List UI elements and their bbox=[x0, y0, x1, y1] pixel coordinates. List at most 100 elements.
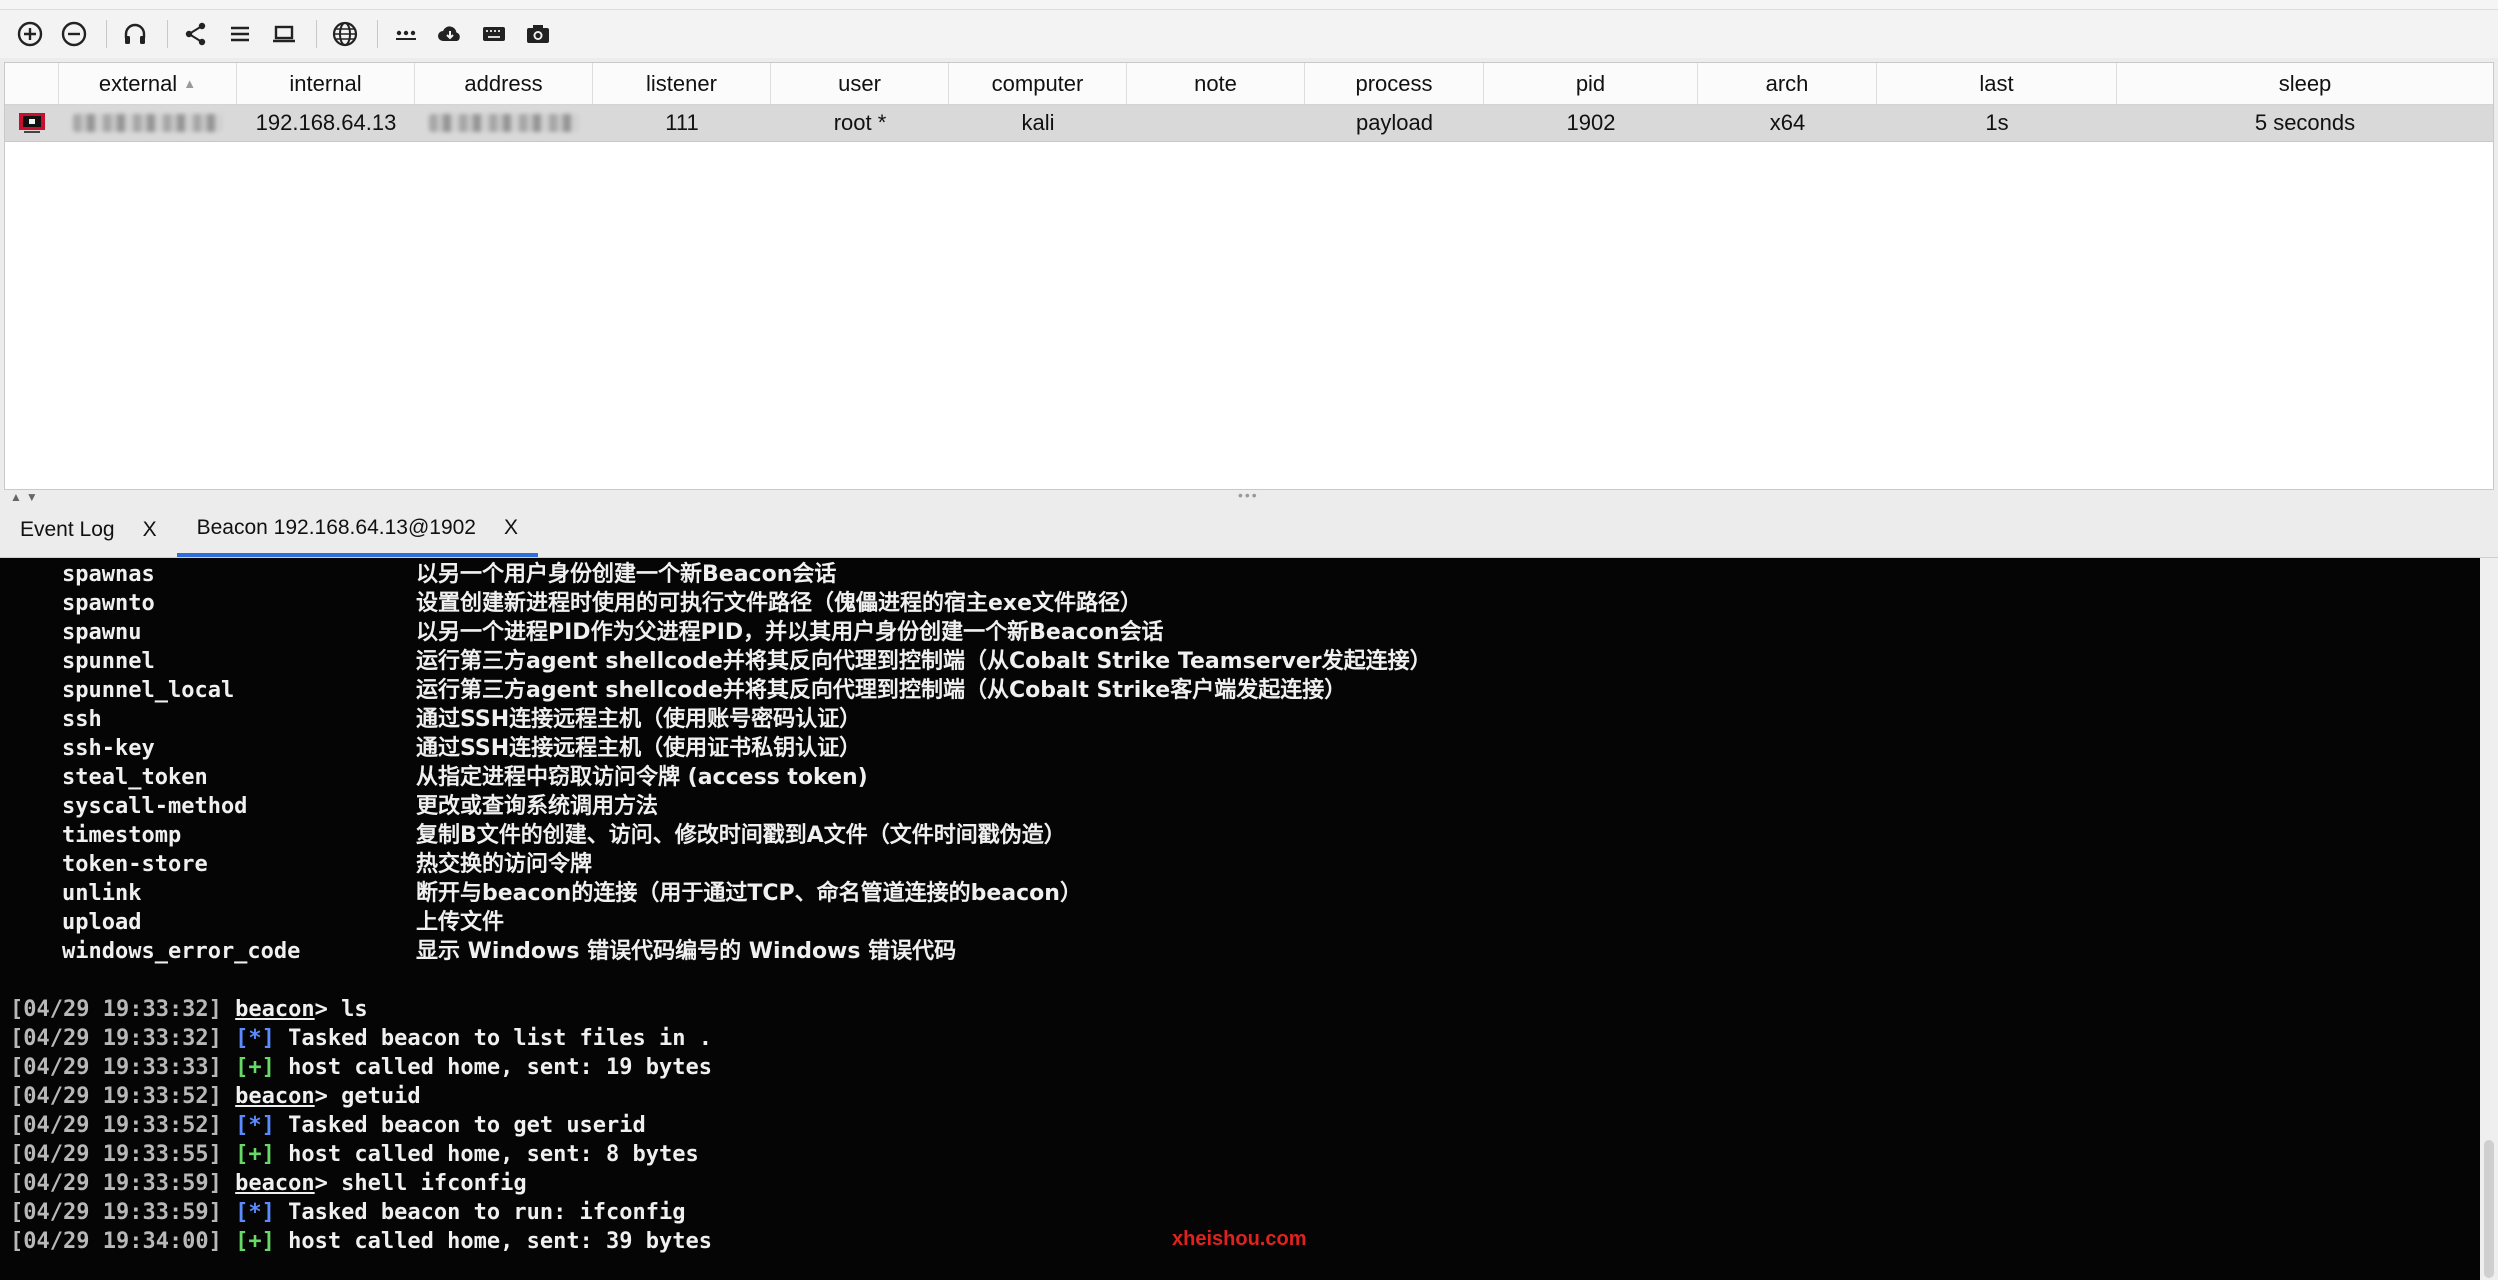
log-line: [04/29 19:33:55] [+] host called home, s… bbox=[0, 1140, 2480, 1169]
log-timestamp: [04/29 19:33:33] bbox=[10, 1055, 222, 1080]
table-row[interactable]: 192.168.64.13 111 root * kali payload 19… bbox=[5, 105, 2493, 142]
help-description: 上传文件 bbox=[416, 910, 505, 935]
cell-user: root * bbox=[833, 110, 887, 135]
help-row: spawnas 以另一个用户身份创建一个新Beacon会话 bbox=[0, 560, 2480, 589]
help-row: timestomp 复制B文件的创建、访问、修改时间戳到A文件（文件时间戳伪造） bbox=[0, 821, 2480, 850]
toolbar-separator bbox=[377, 20, 378, 48]
cell-computer: kali bbox=[1021, 110, 1055, 135]
help-description: 以另一个进程PID作为父进程PID，并以其用户身份创建一个新Beacon会话 bbox=[416, 620, 1164, 645]
help-command: spawnto bbox=[62, 591, 155, 616]
log-timestamp: [04/29 19:33:55] bbox=[10, 1142, 222, 1167]
console-scrollbar[interactable] bbox=[2480, 558, 2498, 1280]
log-tag-info: [*] bbox=[235, 1113, 275, 1138]
column-header-last[interactable]: last bbox=[1877, 63, 2117, 104]
help-command: spunnel bbox=[62, 649, 155, 674]
window-top-strip bbox=[0, 0, 2498, 10]
plus-circle-icon[interactable] bbox=[10, 14, 50, 54]
laptop-icon[interactable] bbox=[264, 14, 304, 54]
log-text: Tasked beacon to list files in . bbox=[274, 1026, 713, 1051]
log-text: Tasked beacon to get userid bbox=[274, 1113, 646, 1138]
help-description: 从指定进程中窃取访问令牌 (access token) bbox=[416, 765, 868, 790]
console-log: [04/29 19:33:32] beacon> ls [04/29 19:33:… bbox=[0, 995, 2480, 1256]
help-row: ssh-key 通过SSH连接远程主机（使用证书私钥认证） bbox=[0, 734, 2480, 763]
help-description: 通过SSH连接远程主机（使用账号密码认证） bbox=[416, 707, 862, 732]
log-tag-success: [+] bbox=[235, 1142, 275, 1167]
column-header-user[interactable]: user bbox=[771, 63, 949, 104]
log-timestamp: [04/29 19:33:52] bbox=[10, 1084, 222, 1109]
column-header-process[interactable]: process bbox=[1305, 63, 1484, 104]
help-command: windows_error_code bbox=[62, 939, 301, 964]
tab-close-button[interactable]: X bbox=[143, 518, 157, 542]
log-timestamp: [04/29 19:34:00] bbox=[10, 1229, 222, 1254]
tab-event-log[interactable]: Event Log X bbox=[0, 503, 177, 557]
beacon-console[interactable]: spawnas 以另一个用户身份创建一个新Beacon会话 spawnto 设置创建新… bbox=[0, 558, 2480, 1280]
help-command: upload bbox=[62, 910, 142, 935]
toolbar bbox=[0, 10, 2498, 58]
column-header-external[interactable]: external ▲ bbox=[59, 63, 237, 104]
cell-sleep: 5 seconds bbox=[2254, 110, 2356, 135]
log-text: host called home, sent: 8 bytes bbox=[274, 1142, 699, 1167]
list-icon[interactable] bbox=[220, 14, 260, 54]
help-description: 复制B文件的创建、访问、修改时间戳到A文件（文件时间戳伪造） bbox=[416, 823, 1066, 848]
globe-icon[interactable] bbox=[325, 14, 365, 54]
cell-last: 1s bbox=[1985, 110, 2009, 135]
help-command: ssh-key bbox=[62, 736, 155, 761]
log-prompt: beacon bbox=[235, 1171, 315, 1196]
help-row: upload 上传文件 bbox=[0, 908, 2480, 937]
cell-note bbox=[1127, 105, 1305, 141]
log-timestamp: [04/29 19:33:52] bbox=[10, 1113, 222, 1138]
column-header-internal[interactable]: internal bbox=[237, 63, 415, 104]
column-header-pid[interactable]: pid bbox=[1484, 63, 1698, 104]
keyboard-icon[interactable] bbox=[474, 14, 514, 54]
help-command: spawnas bbox=[62, 562, 155, 587]
help-description: 运行第三方agent shellcode并将其反向代理到控制端（从Cobalt … bbox=[416, 678, 1347, 703]
log-tag-success: [+] bbox=[235, 1055, 275, 1080]
cell-internal: 192.168.64.13 bbox=[255, 110, 397, 135]
help-command: steal_token bbox=[62, 765, 208, 790]
help-description: 设置创建新进程时使用的可执行文件路径（傀儡进程的宿主exe文件路径） bbox=[416, 591, 1143, 616]
log-text: > shell ifconfig bbox=[314, 1171, 527, 1196]
session-icon bbox=[5, 105, 59, 141]
column-header-arch[interactable]: arch bbox=[1698, 63, 1877, 104]
redacted-external-ip bbox=[73, 114, 223, 132]
cell-listener: 111 bbox=[665, 110, 699, 135]
camera-icon[interactable] bbox=[518, 14, 558, 54]
column-header-sleep[interactable]: sleep bbox=[2117, 63, 2493, 104]
log-line: [04/29 19:33:32] [*] Tasked beacon to li… bbox=[0, 1024, 2480, 1053]
column-header-listener[interactable]: listener bbox=[593, 63, 771, 104]
help-list: spawnas 以另一个用户身份创建一个新Beacon会话 spawnto 设置创建新… bbox=[0, 560, 2480, 966]
tab-label: Beacon 192.168.64.13@1902 bbox=[196, 516, 476, 539]
help-row: spunnel 运行第三方agent shellcode并将其反向代理到控制端（从… bbox=[0, 647, 2480, 676]
help-row: ssh 通过SSH连接远程主机（使用账号密码认证） bbox=[0, 705, 2480, 734]
tab-beacon[interactable]: Beacon 192.168.64.13@1902 X bbox=[176, 503, 538, 557]
log-line: [04/29 19:33:32] beacon> ls bbox=[0, 995, 2480, 1024]
help-description: 热交换的访问令牌 bbox=[416, 852, 593, 877]
column-header-address[interactable]: address bbox=[415, 63, 593, 104]
help-command: spunnel_local bbox=[62, 678, 235, 703]
headphones-icon[interactable] bbox=[115, 14, 155, 54]
dots-icon[interactable] bbox=[386, 14, 426, 54]
minus-circle-icon[interactable] bbox=[54, 14, 94, 54]
cell-pid: 1902 bbox=[1566, 110, 1616, 135]
log-line: [04/29 19:33:33] [+] host called home, s… bbox=[0, 1053, 2480, 1082]
help-row: syscall-method 更改或查询系统调用方法 bbox=[0, 792, 2480, 821]
log-line: [04/29 19:33:59] [*] Tasked beacon to ru… bbox=[0, 1198, 2480, 1227]
column-header-note[interactable]: note bbox=[1127, 63, 1305, 104]
log-timestamp: [04/29 19:33:59] bbox=[10, 1171, 222, 1196]
column-header-icon[interactable] bbox=[5, 63, 59, 104]
scrollbar-thumb[interactable] bbox=[2484, 1140, 2494, 1278]
log-line: [04/29 19:33:52] beacon> getuid bbox=[0, 1082, 2480, 1111]
pane-splitter[interactable]: ▲▼ ••• bbox=[0, 488, 2498, 504]
tab-close-button[interactable]: X bbox=[504, 516, 518, 540]
help-row: steal_token 从指定进程中窃取访问令牌 (access token) bbox=[0, 763, 2480, 792]
cloud-download-icon[interactable] bbox=[430, 14, 470, 54]
help-description: 运行第三方agent shellcode并将其反向代理到控制端（从Cobalt … bbox=[416, 649, 1432, 674]
column-header-computer[interactable]: computer bbox=[949, 63, 1127, 104]
drag-handle-icon[interactable]: ••• bbox=[1238, 488, 1259, 502]
help-command: ssh bbox=[62, 707, 102, 732]
log-line: [04/29 19:33:52] [*] Tasked beacon to ge… bbox=[0, 1111, 2480, 1140]
share-icon[interactable] bbox=[176, 14, 216, 54]
help-row: windows_error_code 显示 Windows 错误代码编号的 Win… bbox=[0, 937, 2480, 966]
log-text: host called home, sent: 19 bytes bbox=[274, 1055, 713, 1080]
collapse-arrows-icon[interactable]: ▲▼ bbox=[10, 490, 42, 504]
